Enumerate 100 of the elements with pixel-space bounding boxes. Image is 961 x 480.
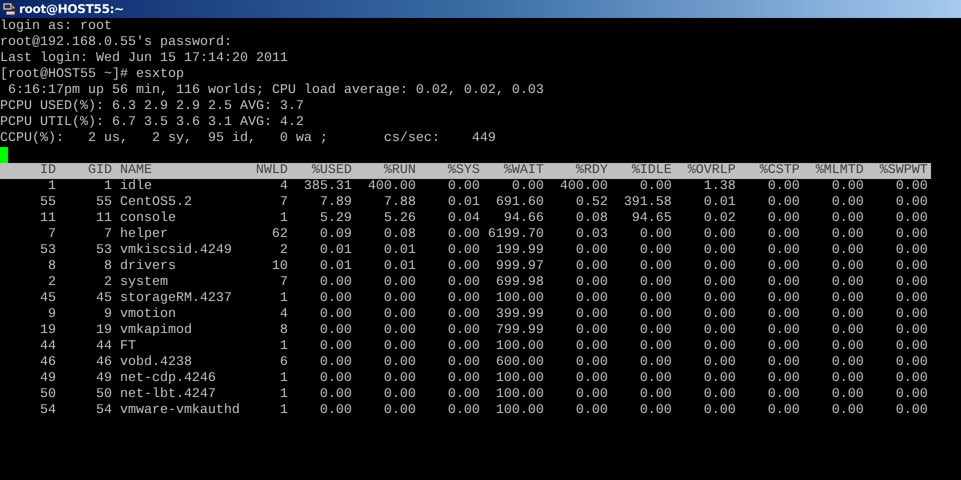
table-cell-text: 8 xyxy=(102,259,112,275)
table-cell-text: 9 xyxy=(102,307,112,323)
table-cell-text: 199.99 xyxy=(494,243,544,259)
table-cell-text: 7 xyxy=(278,275,288,291)
table-cell-text: 8 xyxy=(278,323,288,339)
table-cell-text: 0.00 xyxy=(894,387,928,403)
table-cell-text: 0.00 xyxy=(446,371,480,387)
table-cell-text: 0.08 xyxy=(382,227,416,243)
table-cell-text: 0.08 xyxy=(574,211,608,227)
table-cell-text: vobd.4238 xyxy=(118,355,193,371)
table-cell-text: 46 xyxy=(94,355,112,371)
table-cell-text: 0.00 xyxy=(830,403,864,419)
table-cell-text: 0.00 xyxy=(702,371,736,387)
table-cell-text: 0.00 xyxy=(638,291,672,307)
table-cell-text: 0.00 xyxy=(766,227,800,243)
table-cell-text: 0.00 xyxy=(574,339,608,355)
table-cell-text: 0.00 xyxy=(382,339,416,355)
table-cell-text: 19 xyxy=(38,323,56,339)
table-cell-text: 0.00 xyxy=(318,307,352,323)
table-cell-text: 0.00 xyxy=(894,179,928,195)
table-cell-text: vmware-vmkauthd xyxy=(118,403,241,419)
table-cell-text: 0.00 xyxy=(702,403,736,419)
table-cell-text: vmotion xyxy=(118,307,177,323)
table-cell-text: net-cdp.4246 xyxy=(118,371,217,387)
table-cell-text: CentOS5.2 xyxy=(118,195,193,211)
table-cell-text: 0.00 xyxy=(766,403,800,419)
column-header: NWLD xyxy=(256,163,288,179)
table-cell-text: 0.00 xyxy=(894,195,928,211)
terminal-line: root@192.168.0.55's password: xyxy=(0,35,233,51)
table-cell-text: 0.00 xyxy=(702,307,736,323)
table-cell-text: 4 xyxy=(278,307,288,323)
table-cell-text: 100.00 xyxy=(494,291,544,307)
table-cell-text: 0.00 xyxy=(830,339,864,355)
table-cell-text: 0.00 xyxy=(766,371,800,387)
table-cell-text: 44 xyxy=(94,339,112,355)
column-header: %SWPWT xyxy=(878,163,928,179)
table-cell-text: 1 xyxy=(278,387,288,403)
table-cell-text: 0.00 xyxy=(446,387,480,403)
table-cell-text: 50 xyxy=(38,387,56,403)
table-cell-text: 0.00 xyxy=(638,323,672,339)
table-cell-text: 0.00 xyxy=(638,227,672,243)
table-cell-text: 0.00 xyxy=(894,211,928,227)
table-cell-text: 0.00 xyxy=(766,307,800,323)
table-cell-text: 0.02 xyxy=(702,211,736,227)
table-cell-text: 691.60 xyxy=(494,195,544,211)
table-cell-text: 53 xyxy=(94,243,112,259)
table-cell-text: 0.00 xyxy=(702,291,736,307)
table-cell-text: 0.00 xyxy=(830,371,864,387)
table-cell-text: 0.00 xyxy=(638,387,672,403)
table-cell-text: 0.00 xyxy=(382,323,416,339)
table-cell-text: 0.00 xyxy=(702,227,736,243)
computer-icon xyxy=(2,2,16,16)
table-cell-text: 0.00 xyxy=(830,243,864,259)
table-cell-text: 5.29 xyxy=(318,211,352,227)
table-cell-text: 7.88 xyxy=(382,195,416,211)
column-header: %OVRLP xyxy=(686,163,736,179)
table-cell-text: 0.00 xyxy=(638,275,672,291)
table-cell-text: 999.97 xyxy=(494,259,544,275)
table-cell-text: 0.01 xyxy=(702,195,736,211)
cursor-icon xyxy=(0,147,8,163)
table-cell-text: 0.00 xyxy=(830,307,864,323)
table-cell-text: 0.00 xyxy=(638,403,672,419)
table-cell-text: 0.00 xyxy=(766,179,800,195)
table-cell-text: 0.00 xyxy=(446,291,480,307)
table-cell-text: 1 xyxy=(278,371,288,387)
table-cell-text: 0.00 xyxy=(702,387,736,403)
table-cell-text: 0.00 xyxy=(766,195,800,211)
table-cell-text: 0.00 xyxy=(382,291,416,307)
table-cell-text: 94.65 xyxy=(630,211,672,227)
terminal-line: [root@HOST55 ~]# esxtop xyxy=(0,67,185,83)
table-cell-text: 0.00 xyxy=(318,275,352,291)
table-cell-text: 100.00 xyxy=(494,403,544,419)
column-header: GID xyxy=(86,163,112,179)
table-cell-text: 0.00 xyxy=(766,387,800,403)
table-cell-text: 44 xyxy=(38,339,56,355)
table-cell-text: 0.00 xyxy=(574,307,608,323)
table-cell-text: 100.00 xyxy=(494,371,544,387)
table-cell-text: 55 xyxy=(38,195,56,211)
table-cell-text: 0.00 xyxy=(894,227,928,243)
terminal-line: CCPU(%): 2 us, 2 sy, 95 id, 0 wa ; cs/sec: 449 xyxy=(0,131,497,147)
table-cell-text: 0.00 xyxy=(318,291,352,307)
table-cell-text: 0.00 xyxy=(766,339,800,355)
table-cell-text: 0.00 xyxy=(638,371,672,387)
terminal-line: Last login: Wed Jun 15 17:14:20 2011 xyxy=(0,51,289,67)
table-cell-text: net-lbt.4247 xyxy=(118,387,217,403)
table-cell-text: 53 xyxy=(38,243,56,259)
table-cell-text: 62 xyxy=(270,227,288,243)
table-cell-text: 0.00 xyxy=(830,275,864,291)
table-cell-text: 0.00 xyxy=(638,179,672,195)
table-cell-text: 0.00 xyxy=(446,227,480,243)
terminal-line: PCPU UTIL(%): 6.7 3.5 3.6 3.1 AVG: 4.2 xyxy=(0,115,305,131)
table-cell-text: 0.00 xyxy=(446,339,480,355)
table-cell-text: 0.00 xyxy=(574,323,608,339)
table-cell-text: system xyxy=(118,275,169,291)
table-cell-text: 100.00 xyxy=(494,339,544,355)
table-cell-text: 0.00 xyxy=(702,323,736,339)
table-cell-text: 0.00 xyxy=(446,355,480,371)
table-cell-text: 54 xyxy=(38,403,56,419)
table-cell-text: 6199.70 xyxy=(486,227,544,243)
column-header: %WAIT xyxy=(502,163,544,179)
